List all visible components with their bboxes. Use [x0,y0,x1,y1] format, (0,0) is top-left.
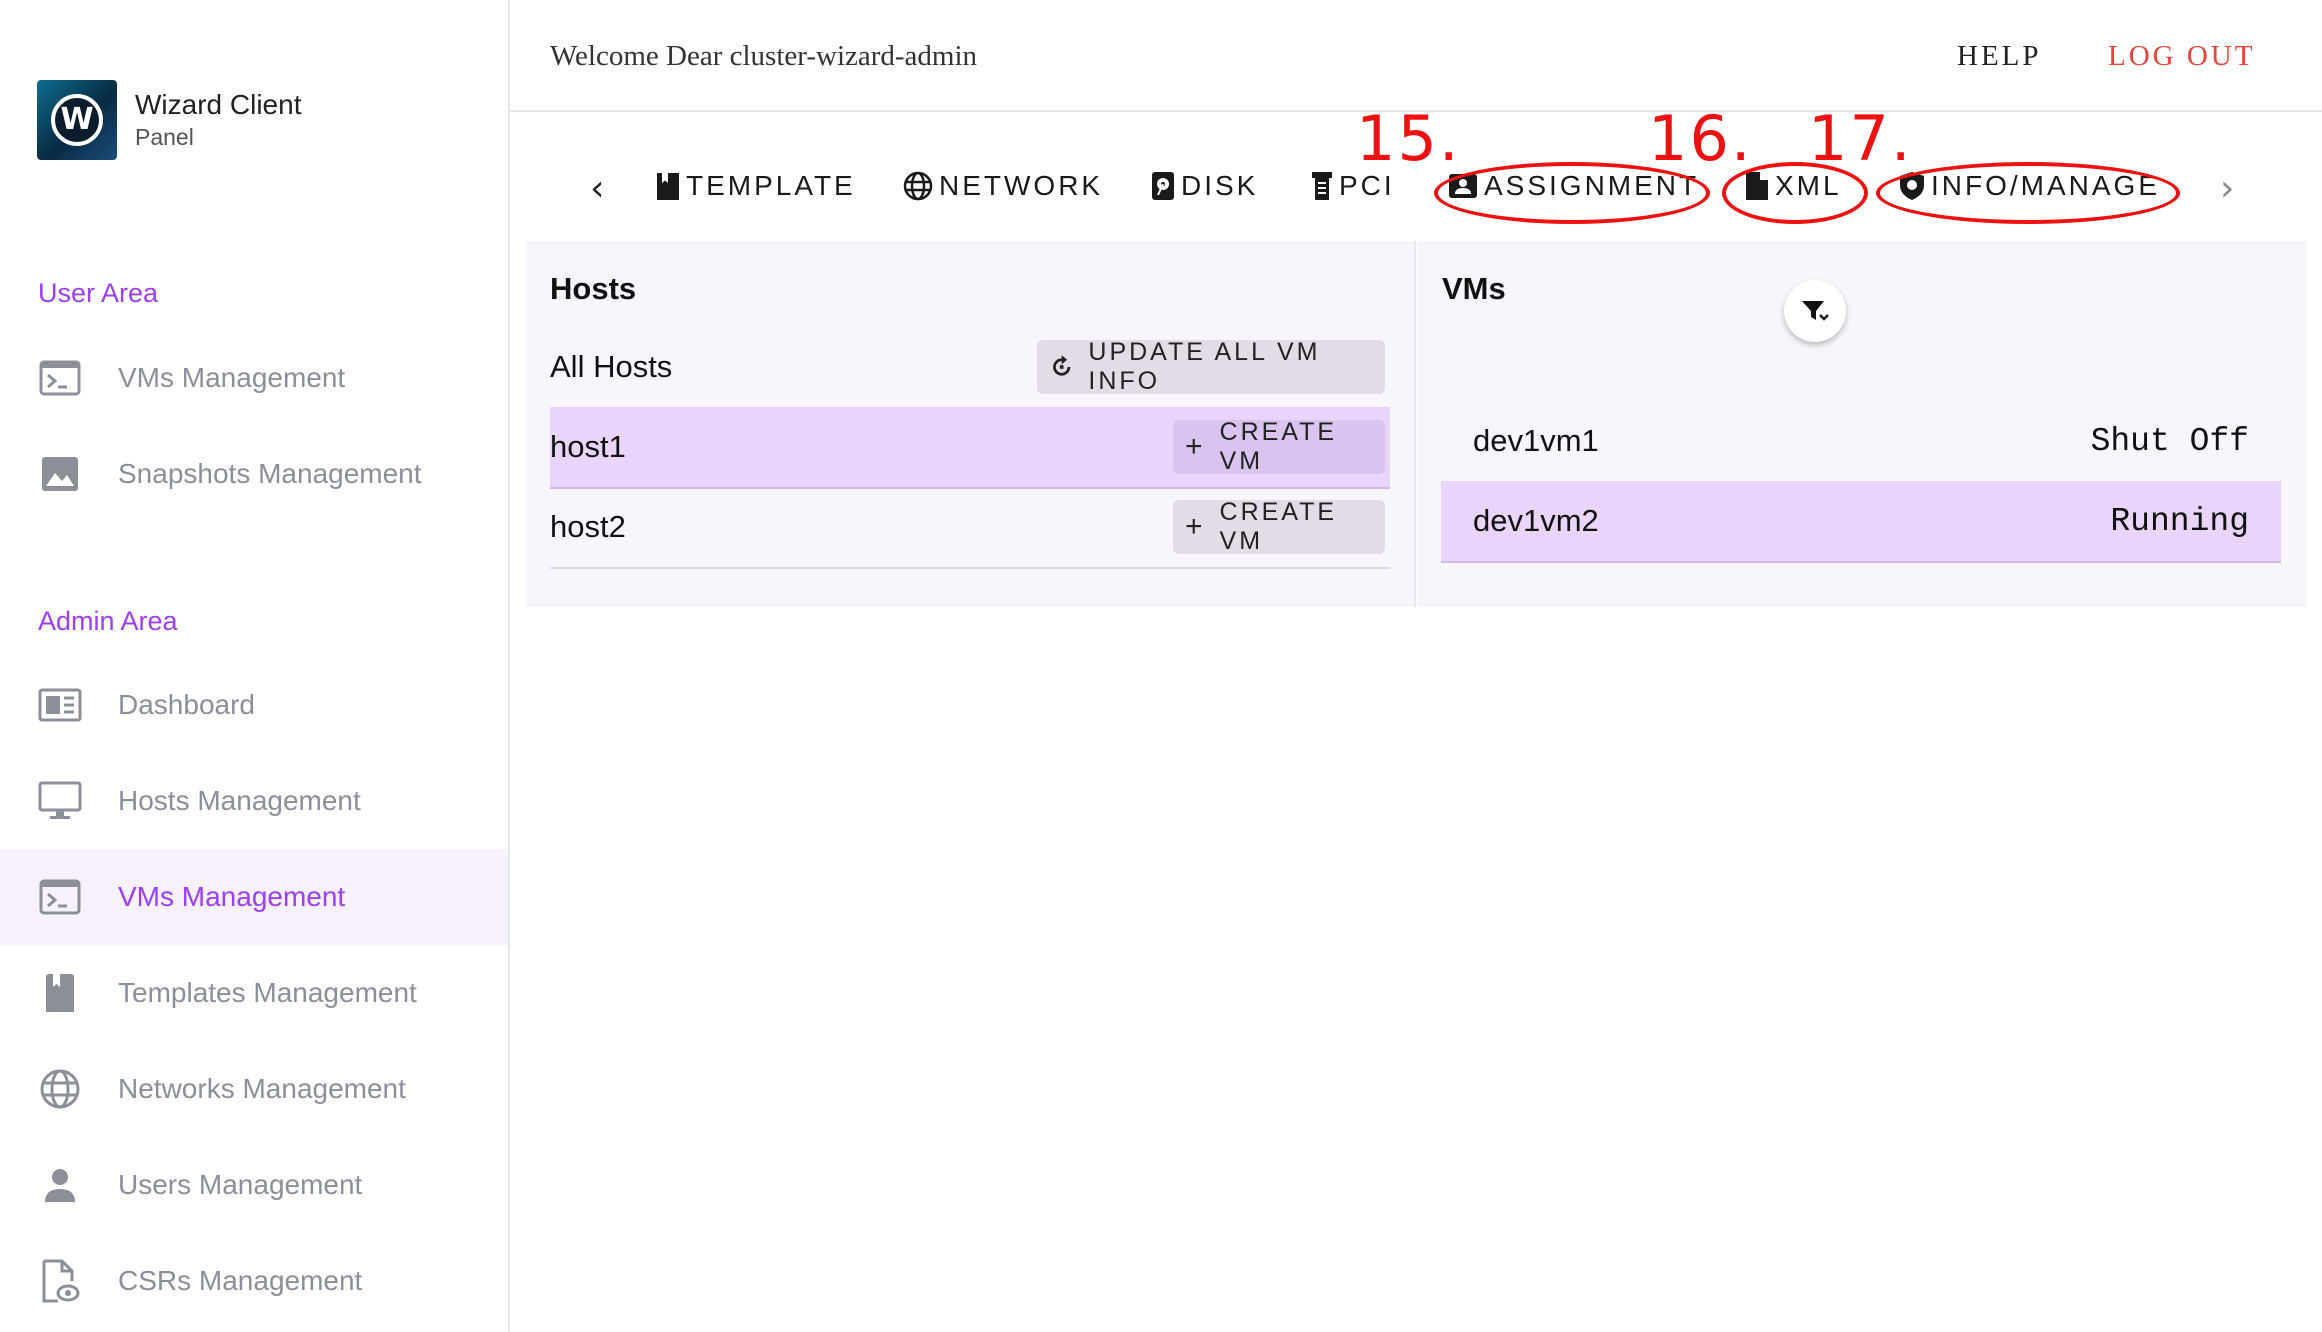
sidebar-item-label: CSRs Management [118,1265,363,1296]
sidebar-item-label: Networks Management [118,1073,406,1104]
vm-status: Running [2110,502,2249,540]
filter-icon [1802,301,1829,321]
globe-icon [903,171,933,201]
sidebar-item-networks-management[interactable]: Networks Management [0,1041,508,1137]
tabs-scroll-right-button[interactable]: › [2220,168,2234,209]
host-name: host1 [550,429,626,464]
tab-label: NETWORK [939,170,1104,201]
button-label: CREATE VM [1219,498,1338,555]
tab-disk[interactable]: DISK [1151,170,1258,202]
sidebar-item-label: Templates Management [118,977,417,1008]
brand-title: Wizard Client [135,89,302,120]
all-hosts-label: All Hosts [550,349,673,384]
person-icon [38,1163,82,1207]
user-area-title: User Area [38,278,159,308]
logo-letter: W [51,94,103,146]
terminal-icon [38,356,82,400]
button-label: UPDATE ALL VM INFO [1088,338,1321,395]
annotation-ellipse [1722,162,1868,224]
hosts-panel: Hosts All Hosts UPDATE ALL VM INFO host1… [526,241,1416,607]
top-header: Welcome Dear cluster-wizard-admin HELP L… [510,0,2322,112]
tabs-scroll-left-button[interactable]: ‹ [590,168,604,209]
filter-button[interactable] [1784,280,1846,342]
annotation-number: 15. [1356,102,1461,175]
bookmark-icon [657,173,679,200]
tab-label: TEMPLATE [686,170,856,201]
brand[interactable]: W Wizard Client Panel [37,80,301,160]
vm-tabs: ‹ TEMPLATE NETWORK DISK PCI ASSIGNMENT X… [580,102,2260,224]
globe-icon [38,1067,82,1111]
sidebar-item-vms-management[interactable]: VMs Management [0,849,508,945]
sidebar: W Wizard Client Panel User Area VMs Mana… [0,0,510,1332]
update-all-vm-info-button[interactable]: UPDATE ALL VM INFO [1037,338,1385,395]
button-label: CREATE VM [1219,418,1338,475]
file-eye-icon [38,1259,82,1303]
sidebar-item-label: Dashboard [118,689,255,720]
image-icon [38,452,82,496]
sidebar-item-label: VMs Management [118,881,346,912]
tab-label: DISK [1181,170,1259,201]
annotation-ellipse [1876,162,2180,224]
welcome-text: Welcome Dear cluster-wizard-admin [550,40,978,72]
create-vm-button[interactable]: + CREATE VM [1173,498,1385,555]
plus-icon: + [1185,510,1206,543]
all-hosts-row[interactable]: All Hosts UPDATE ALL VM INFO [550,327,1390,407]
disk-icon [1152,172,1174,200]
sidebar-item-label: Snapshots Management [118,458,422,489]
refresh-icon [1053,355,1071,376]
tab-network[interactable]: NETWORK [903,170,1103,202]
terminal-icon [38,875,82,919]
table-row[interactable]: dev1vm1 Shut Off [1441,401,2281,483]
plus-icon: + [1185,430,1206,463]
sidebar-item-label: Users Management [118,1169,363,1200]
table-row[interactable]: dev1vm2 Running [1441,481,2281,563]
brand-subtitle: Panel [135,124,194,150]
monitor-icon [38,779,82,823]
sidebar-item-dashboard[interactable]: Dashboard [0,657,508,753]
sidebar-item-csrs-management[interactable]: CSRs Management [0,1233,508,1329]
hosts-title: Hosts [550,271,637,306]
vm-status: Shut Off [2090,422,2249,460]
create-vm-button[interactable]: + CREATE VM [1173,418,1385,475]
annotation-number: 16. [1648,102,1753,175]
sidebar-item-user-vms-management[interactable]: VMs Management [0,330,508,426]
sidebar-item-label: Hosts Management [118,785,361,816]
logout-link[interactable]: LOG OUT [2108,40,2255,73]
bookmark-icon [38,971,82,1015]
sidebar-item-users-management[interactable]: Users Management [0,1137,508,1233]
vms-title: VMs [1442,271,1506,306]
vm-name: dev1vm1 [1473,423,1599,458]
vm-name: dev1vm2 [1473,503,1599,538]
sidebar-item-hosts-management[interactable]: Hosts Management [0,753,508,849]
pci-icon [1312,172,1332,200]
sidebar-item-snapshots-management[interactable]: Snapshots Management [0,426,508,522]
logo: W [37,80,117,160]
sidebar-item-templates-management[interactable]: Templates Management [0,945,508,1041]
table-row[interactable]: host2 + CREATE VM [550,487,1390,569]
admin-area-title: Admin Area [38,606,178,636]
table-row[interactable]: host1 + CREATE VM [550,407,1390,489]
host-name: host2 [550,509,626,544]
dashboard-icon [38,683,82,727]
annotation-ellipse [1434,162,1710,224]
tab-template[interactable]: TEMPLATE [656,170,856,202]
vms-panel: VMs dev1vm1 Shut Off dev1vm2 Running [1417,241,2307,607]
sidebar-item-label: VMs Management [118,362,346,393]
help-link[interactable]: HELP [1957,40,2042,73]
